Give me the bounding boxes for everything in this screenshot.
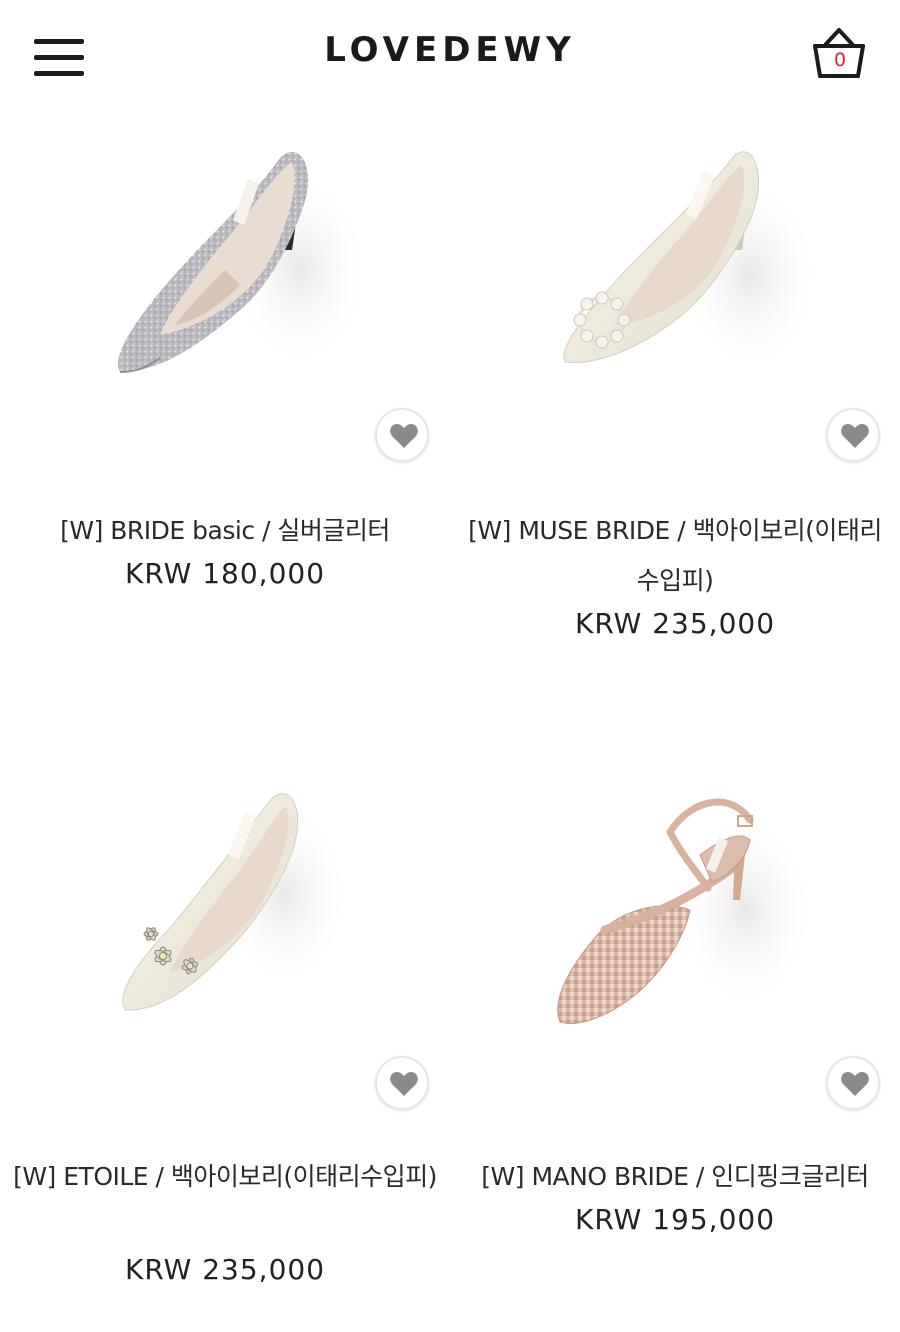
product-name[interactable]: [W] MUSE BRIDE / 백아이보리(이태리수입피) [460, 506, 890, 606]
product-price: KRW 235,000 [124, 1253, 326, 1286]
brand-logo[interactable]: LOVEDEWY [0, 30, 900, 70]
product-card[interactable]: [W] MANO BRIDE / 인디핑크글리터 KRW 195,000 [450, 760, 900, 1310]
wishlist-button[interactable] [375, 1056, 429, 1110]
heart-icon [841, 1072, 869, 1096]
cart-button[interactable]: 0 [806, 24, 872, 86]
wishlist-button[interactable] [826, 408, 880, 462]
product-price: KRW 195,000 [574, 1203, 776, 1236]
product-card[interactable]: [W] ETOILE / 백아이보리(이태리수입피) KRW 235,000 [0, 760, 450, 1310]
cart-count-badge: 0 [833, 49, 847, 71]
product-card[interactable]: [W] MUSE BRIDE / 백아이보리(이태리수입피) KRW 235,0… [450, 110, 900, 650]
heart-icon [390, 1072, 418, 1096]
product-name[interactable]: [W] MANO BRIDE / 인디핑크글리터 [460, 1152, 890, 1202]
heart-icon [390, 424, 418, 448]
wishlist-button[interactable] [375, 408, 429, 462]
heart-icon [841, 424, 869, 448]
product-price: KRW 180,000 [124, 557, 326, 590]
top-header: LOVEDEWY 0 [0, 0, 900, 110]
product-name[interactable]: [W] ETOILE / 백아이보리(이태리수입피) [10, 1152, 440, 1202]
product-name[interactable]: [W] BRIDE basic / 실버글리터 [10, 506, 440, 556]
menu-bar [34, 71, 84, 76]
product-price: KRW 235,000 [574, 607, 776, 640]
product-card[interactable]: [W] BRIDE basic / 실버글리터 KRW 180,000 [0, 110, 450, 650]
wishlist-button[interactable] [826, 1056, 880, 1110]
